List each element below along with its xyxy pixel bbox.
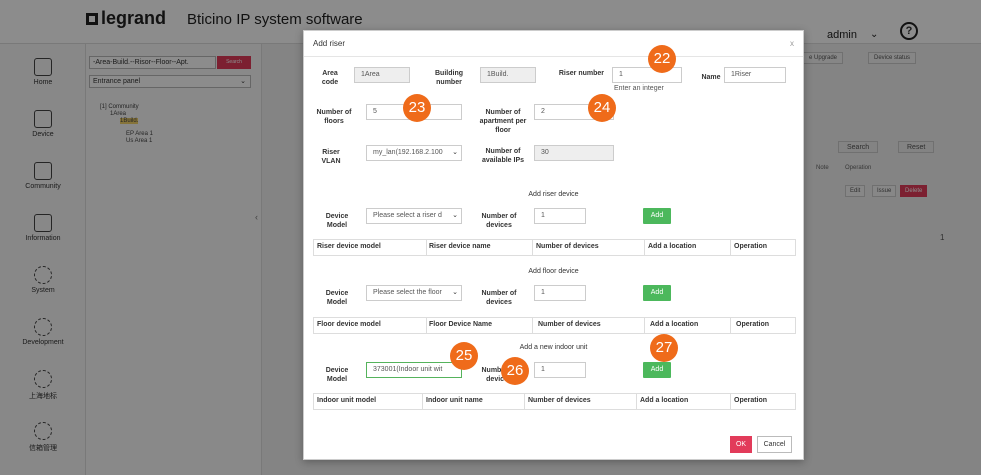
column-header: Operation: [734, 243, 768, 250]
callout-badge: 26: [501, 357, 529, 385]
floor-model-select[interactable]: Please select the floor ⌄: [366, 285, 462, 301]
callout-badge: 25: [450, 342, 478, 370]
column-header: Number of devices: [528, 397, 591, 404]
vlan-label: Riser VLAN: [321, 149, 341, 165]
column-separator: [422, 394, 423, 409]
chevron-down-icon: ⌄: [452, 149, 458, 156]
column-separator: [532, 240, 533, 255]
dialog-title: Add riser: [313, 39, 346, 48]
callout-badge: 27: [650, 334, 678, 362]
column-separator: [426, 240, 427, 255]
floor-device-table-header: Floor device model Floor Device Name Num…: [313, 317, 796, 334]
riser-model-select[interactable]: Please select a riser d ⌄: [366, 208, 462, 224]
building-number-field: 1Build.: [480, 67, 536, 83]
indoor-model-select[interactable]: 373001(Indoor unit wit: [366, 362, 462, 378]
floor-devices-field[interactable]: 1: [534, 285, 586, 301]
indoor-model-label: Device Model: [325, 367, 349, 383]
building-number-label: Building number: [435, 70, 463, 86]
floor-model-label: Device Model: [325, 290, 349, 306]
column-separator: [426, 318, 427, 333]
name-label: Name: [701, 74, 721, 81]
indoor-devices-field[interactable]: 1: [534, 362, 586, 378]
column-separator: [730, 240, 731, 255]
column-header: Operation: [736, 321, 770, 328]
apartments-label: Number of apartment per floor: [479, 109, 527, 134]
column-header: Riser device name: [429, 243, 491, 250]
riser-devices-label: Number of devices: [481, 213, 517, 229]
name-field[interactable]: 1Riser: [724, 67, 786, 83]
cancel-button[interactable]: Cancel: [757, 436, 792, 453]
column-header: Indoor unit model: [317, 397, 377, 404]
callout-badge: 24: [588, 94, 616, 122]
column-separator: [532, 318, 533, 333]
column-separator: [636, 394, 637, 409]
column-separator: [644, 318, 645, 333]
add-riser-device-button[interactable]: Add: [643, 208, 671, 224]
add-floor-device-button[interactable]: Add: [643, 285, 671, 301]
column-header: Indoor unit name: [426, 397, 483, 404]
vlan-select[interactable]: my_lan(192.168.2.100 ⌄: [366, 145, 462, 161]
floor-section-title: Add floor device: [528, 268, 579, 275]
column-header: Number of devices: [536, 243, 599, 250]
riser-number-label: Riser number: [558, 70, 604, 77]
area-code-field: 1Area: [354, 67, 410, 83]
column-header: Add a location: [648, 243, 697, 250]
column-header: Add a location: [640, 397, 689, 404]
riser-device-table-header: Riser device model Riser device name Num…: [313, 239, 796, 256]
column-header: Number of devices: [538, 321, 601, 328]
available-ips-label: Number of available IPs: [481, 148, 525, 164]
callout-badge: 22: [648, 45, 676, 73]
column-separator: [644, 240, 645, 255]
column-header: Floor device model: [317, 321, 381, 328]
column-separator: [730, 394, 731, 409]
available-ips-field: 30: [534, 145, 614, 161]
column-header: Floor Device Name: [429, 321, 493, 328]
column-header: Add a location: [650, 321, 699, 328]
riser-model-select-value: Please select a riser d: [373, 212, 442, 219]
floors-label: Number of floors: [316, 109, 352, 125]
riser-devices-field[interactable]: 1: [534, 208, 586, 224]
ok-button[interactable]: OK: [730, 436, 752, 453]
riser-number-field[interactable]: 1: [612, 67, 682, 83]
indoor-model-select-value: 373001(Indoor unit wit: [373, 366, 443, 373]
riser-section-title: Add riser device: [528, 191, 579, 198]
column-header: Operation: [734, 397, 768, 404]
floor-model-select-value: Please select the floor: [373, 289, 442, 296]
column-separator: [524, 394, 525, 409]
indoor-unit-table-header: Indoor unit model Indoor unit name Numbe…: [313, 393, 796, 410]
chevron-down-icon: ⌄: [452, 289, 458, 296]
floor-devices-label: Number of devices: [481, 290, 517, 306]
vlan-select-value: my_lan(192.168.2.100: [373, 149, 443, 156]
callout-badge: 23: [403, 94, 431, 122]
add-indoor-unit-button[interactable]: Add: [643, 362, 671, 378]
area-code-label: Area code: [321, 70, 339, 86]
add-riser-dialog: Add riser x Area code 1Area Building num…: [303, 30, 804, 460]
riser-model-label: Device Model: [325, 213, 349, 229]
close-icon[interactable]: x: [790, 39, 794, 48]
column-header: Riser device model: [317, 243, 381, 250]
riser-number-hint: Enter an integer: [614, 85, 664, 92]
divider: [304, 56, 803, 57]
column-separator: [730, 318, 731, 333]
chevron-down-icon: ⌄: [452, 212, 458, 219]
indoor-section-title: Add a new indoor unit: [519, 344, 588, 351]
